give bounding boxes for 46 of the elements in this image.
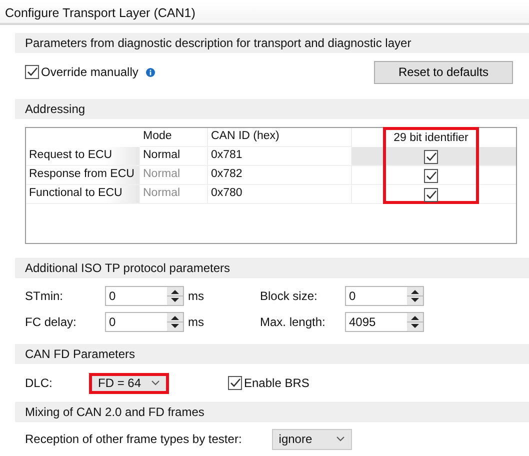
field-label: STmin: xyxy=(25,289,64,303)
spin-arrows-icon[interactable] xyxy=(167,313,183,331)
spin-field[interactable]: 0 xyxy=(105,286,184,306)
brs-checkbox[interactable] xyxy=(228,376,242,390)
identifier-checkbox[interactable] xyxy=(424,188,438,202)
spin-field[interactable]: 0 xyxy=(105,312,184,332)
spin-field[interactable]: 0 xyxy=(345,286,424,306)
row-label[interactable]: Request to ECU xyxy=(26,147,140,166)
unit-label: ms xyxy=(188,315,204,329)
spin-arrows-icon[interactable] xyxy=(407,313,423,331)
spin-arrows-icon[interactable] xyxy=(167,287,183,305)
field-label: Block size: xyxy=(260,289,318,303)
table-cell: 0x782 xyxy=(208,166,352,185)
identifier-checkbox[interactable] xyxy=(424,168,438,182)
dropdown[interactable]: ignore xyxy=(272,428,352,450)
caret-icon xyxy=(336,436,345,442)
section-header: CAN FD Parameters xyxy=(15,344,529,364)
table-cell: Normal xyxy=(140,185,208,204)
identifier-checkbox[interactable] xyxy=(424,150,438,164)
override-checkbox[interactable] xyxy=(25,65,39,79)
field-label: FC delay: xyxy=(25,315,78,329)
dropdown[interactable]: FD = 64 xyxy=(89,372,169,394)
section-header: Additional ISO TP protocol parameters xyxy=(15,258,529,278)
column-header: Mode xyxy=(140,128,208,147)
section-header: Mixing of CAN 2.0 and FD frames xyxy=(15,402,529,422)
spin-field[interactable]: 4095 xyxy=(345,312,424,332)
checkbox-label: Enable BRS xyxy=(244,376,310,390)
row-label[interactable]: Response from ECU xyxy=(26,166,140,185)
field-label: Reception of other frame types by tester: xyxy=(25,432,242,446)
caret-icon xyxy=(151,380,160,386)
column-header: 29 bit identifier xyxy=(392,130,470,146)
table-cell: Normal xyxy=(140,147,208,166)
row-label[interactable]: Functional to ECU xyxy=(26,185,140,204)
table-cell: 0x780 xyxy=(208,185,352,204)
column-header: CAN ID (hex) xyxy=(208,128,352,147)
spin-arrows-icon[interactable] xyxy=(407,287,423,305)
table-cell: Normal xyxy=(140,166,208,185)
section-header: Addressing xyxy=(15,99,529,119)
field-label: Max. length: xyxy=(260,315,326,329)
table-cell: 0x781 xyxy=(208,147,352,166)
section-header: Parameters from diagnostic description for transport and diagnostic layer xyxy=(15,33,529,53)
unit-label: ms xyxy=(188,289,204,303)
field-label: DLC: xyxy=(25,376,54,390)
checkbox-label: Override manually xyxy=(41,65,138,79)
reset-button[interactable]: Reset to defaults xyxy=(374,60,513,84)
info-icon[interactable] xyxy=(146,68,156,76)
